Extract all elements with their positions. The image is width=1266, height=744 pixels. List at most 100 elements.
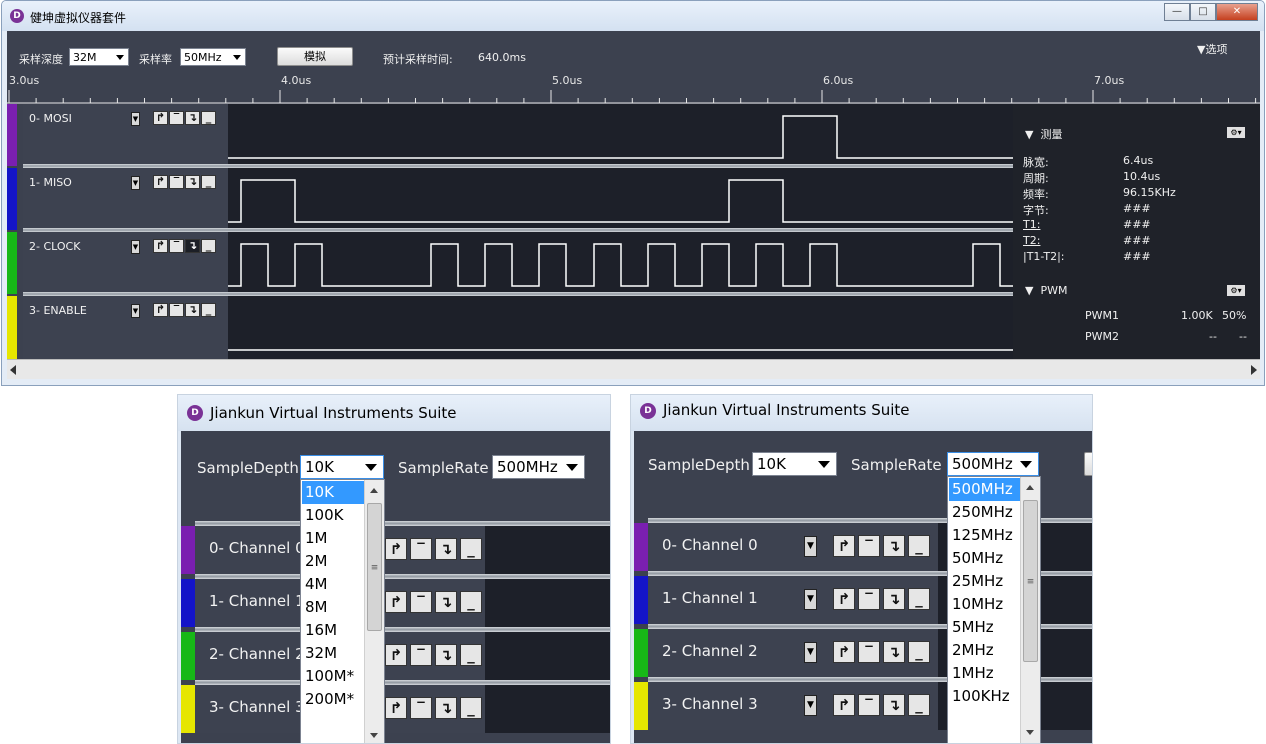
rising-edge-trigger-icon[interactable]: ↱ [833,641,855,663]
dropdown-option[interactable]: 100KHz [949,685,1020,708]
waveform-track[interactable] [228,104,1013,166]
channel-dropdown-button[interactable]: ▼ [131,176,140,190]
dropdown-option[interactable]: 1M [302,527,364,550]
rising-edge-trigger-icon[interactable]: ↱ [385,591,407,613]
rising-edge-trigger-icon[interactable]: ↱ [833,588,855,610]
scroll-up-icon[interactable] [1026,485,1034,490]
simulate-button[interactable] [1084,452,1092,476]
high-level-trigger-icon[interactable]: ‾ [169,111,184,125]
low-level-trigger-icon[interactable]: _ [460,644,482,666]
channel-dropdown-button[interactable]: ▼ [804,589,817,610]
channel-dropdown-button[interactable]: ▼ [804,695,817,716]
high-level-trigger-icon[interactable]: ‾ [169,175,184,189]
dropdown-option[interactable]: 10MHz [949,593,1020,616]
dropdown-option[interactable]: 100M* [302,665,364,688]
rising-edge-trigger-icon[interactable]: ↱ [385,538,407,560]
pwm-section-toggle[interactable]: ▼ PWM [1025,284,1067,297]
falling-edge-trigger-icon[interactable]: ↴ [883,694,905,716]
scroll-up-icon[interactable] [370,488,378,493]
high-level-trigger-icon[interactable]: ‾ [858,588,880,610]
low-level-trigger-icon[interactable]: _ [460,538,482,560]
falling-edge-trigger-icon[interactable]: ↴ [185,303,200,317]
falling-edge-trigger-icon[interactable]: ↴ [435,591,457,613]
low-level-trigger-icon[interactable]: _ [201,239,216,253]
rising-edge-trigger-icon[interactable]: ↱ [153,111,168,125]
low-level-trigger-icon[interactable]: _ [908,535,930,557]
simulate-button[interactable]: 模拟 [277,47,353,66]
measure-section-toggle[interactable]: ▼ 测量 [1025,126,1062,142]
rising-edge-trigger-icon[interactable]: ↱ [153,239,168,253]
maximize-button[interactable]: □ [1190,3,1216,21]
scroll-down-icon[interactable] [370,733,378,738]
rising-edge-trigger-icon[interactable]: ↱ [385,697,407,719]
falling-edge-trigger-icon[interactable]: ↴ [185,111,200,125]
sample-depth-select[interactable]: 10K [300,455,384,479]
high-level-trigger-icon[interactable]: ‾ [169,239,184,253]
sample-rate-dropdown-list[interactable]: 500MHz 250MHz 125MHz 50MHz 25MHz 10MHz 5… [947,476,1041,743]
rising-edge-trigger-icon[interactable]: ↱ [385,644,407,666]
dropdown-scrollbar[interactable]: ≡ [1020,477,1040,743]
falling-edge-trigger-icon[interactable]: ↴ [185,175,200,189]
time-ruler[interactable]: 3.0us 4.0us 5.0us 6.0us 7.0us [7,74,1260,104]
scroll-down-icon[interactable] [1026,730,1034,735]
high-level-trigger-icon[interactable]: ‾ [169,303,184,317]
dropdown-option[interactable]: 500MHz [949,478,1020,501]
falling-edge-trigger-icon[interactable]: ↴ [185,239,200,253]
sample-depth-dropdown-list[interactable]: 10K 100K 1M 2M 4M 8M 16M 32M 100M* 200M*… [300,479,385,743]
channel-dropdown-button[interactable]: ▼ [131,304,140,318]
high-level-trigger-icon[interactable]: ‾ [858,694,880,716]
t1-link[interactable]: T1: [1023,218,1040,231]
channel-dropdown-button[interactable]: ▼ [131,112,140,126]
sample-rate-select[interactable]: 500MHz [492,455,585,479]
low-level-trigger-icon[interactable]: _ [460,591,482,613]
high-level-trigger-icon[interactable]: ‾ [410,591,432,613]
dropdown-option[interactable]: 100K [302,504,364,527]
waveform-track[interactable] [485,579,610,627]
dropdown-option[interactable]: 25MHz [949,570,1020,593]
high-level-trigger-icon[interactable]: ‾ [410,538,432,560]
low-level-trigger-icon[interactable]: _ [908,694,930,716]
low-level-trigger-icon[interactable]: _ [908,641,930,663]
rising-edge-trigger-icon[interactable]: ↱ [833,535,855,557]
dropdown-option[interactable]: 10K [302,481,364,504]
dropdown-option[interactable]: 50MHz [949,547,1020,570]
sample-depth-select[interactable]: 32M [69,48,129,66]
close-button[interactable]: ✕ [1216,3,1258,21]
channel-dropdown-button[interactable]: ▼ [804,536,817,557]
waveform-track[interactable] [228,168,1013,230]
falling-edge-trigger-icon[interactable]: ↴ [435,538,457,560]
dropdown-option[interactable]: 5MHz [949,616,1020,639]
low-level-trigger-icon[interactable]: _ [201,111,216,125]
gear-icon[interactable]: ⚙▾ [1227,285,1245,296]
dropdown-option[interactable]: 2MHz [949,639,1020,662]
waveform-track[interactable] [228,296,1013,359]
dropdown-option[interactable]: 32M [302,642,364,665]
scroll-left-icon[interactable] [10,365,16,375]
falling-edge-trigger-icon[interactable]: ↴ [883,535,905,557]
dropdown-option[interactable]: 1MHz [949,662,1020,685]
minimize-button[interactable]: — [1164,3,1190,21]
waveform-track[interactable] [228,232,1013,294]
waveform-track[interactable] [485,685,610,733]
low-level-trigger-icon[interactable]: _ [460,697,482,719]
high-level-trigger-icon[interactable]: ‾ [858,535,880,557]
dropdown-scrollbar[interactable]: ≡ [364,480,384,743]
dropdown-option[interactable]: 200M* [302,688,364,711]
options-menu[interactable]: ▼选项 [1197,41,1227,57]
rising-edge-trigger-icon[interactable]: ↱ [153,175,168,189]
horizontal-scrollbar[interactable] [7,359,1260,379]
sample-depth-select[interactable]: 10K [752,452,837,476]
gear-icon[interactable]: ⚙▾ [1227,127,1245,138]
high-level-trigger-icon[interactable]: ‾ [410,644,432,666]
dropdown-option[interactable]: 250MHz [949,501,1020,524]
scroll-right-icon[interactable] [1251,365,1257,375]
dropdown-option[interactable]: 8M [302,596,364,619]
falling-edge-trigger-icon[interactable]: ↴ [883,588,905,610]
channel-dropdown-button[interactable]: ▼ [131,240,140,254]
scroll-thumb[interactable]: ≡ [367,503,382,631]
waveform-track[interactable] [485,526,610,574]
dropdown-option[interactable]: 2M [302,550,364,573]
waveform-track[interactable] [485,632,610,680]
scroll-thumb[interactable]: ≡ [1023,500,1038,662]
falling-edge-trigger-icon[interactable]: ↴ [435,697,457,719]
